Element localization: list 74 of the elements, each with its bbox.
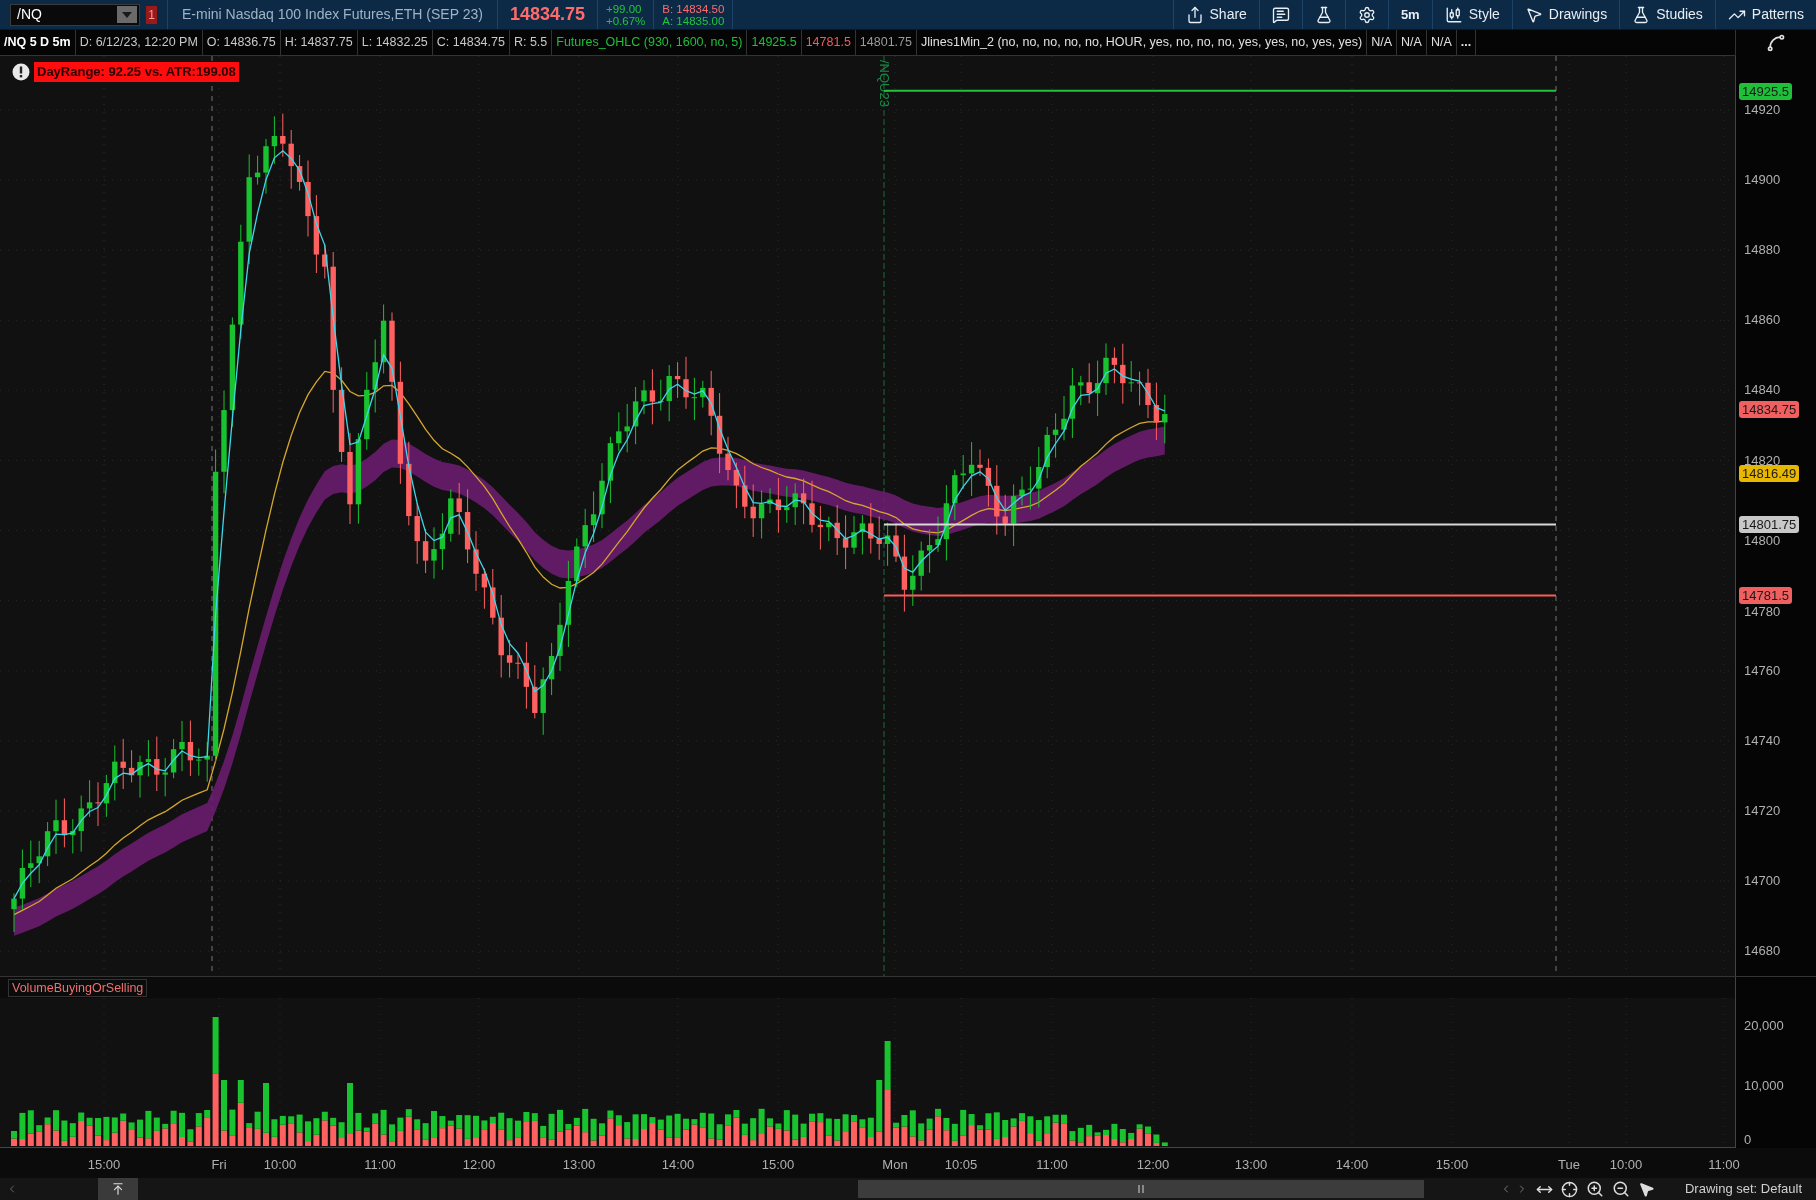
last-price: 14834.75 <box>509 3 585 26</box>
info-cell: N/A <box>1397 30 1427 55</box>
axis-label: 14900 <box>1744 173 1781 188</box>
symbol-field[interactable]: /NQ <box>10 3 140 26</box>
percent-change: +0.67% <box>605 14 646 27</box>
info-cell: 14925.5 <box>747 30 802 55</box>
price-badge: 14834.75 <box>1739 401 1800 418</box>
info-cell: 14801.75 <box>855 30 917 55</box>
axis-label: 14780 <box>1744 605 1781 619</box>
axis-label: 14680 <box>1744 944 1781 959</box>
ask-price: A: 14835.00 <box>662 14 725 27</box>
info-cell: N/A <box>1426 30 1457 55</box>
info-cell: Jlines1Min_2 (no, no, no, no, no, HOUR, yes, no, no, no, yes, yes, no, yes, yes) <box>917 30 1368 55</box>
contract-label: /NQU23 <box>877 60 893 107</box>
info-cell: O: 14836.75 <box>202 30 281 55</box>
axis-label: 14:00 <box>1335 1156 1369 1174</box>
info-cell: 14781.5 <box>801 30 856 55</box>
axis-label: 10:00 <box>263 1156 297 1174</box>
price-change: +99.00 <box>605 2 643 15</box>
axis-label: 14720 <box>1744 804 1781 818</box>
axis-label: 14740 <box>1744 733 1781 748</box>
axis-label: 13:00 <box>1234 1156 1268 1174</box>
info-cell: R: 5.5 <box>509 30 553 55</box>
axis-label: 14800 <box>1744 534 1781 548</box>
axis-label: 14920 <box>1744 103 1781 117</box>
axis-label: 13:00 <box>562 1156 596 1174</box>
axis-label: 14700 <box>1744 874 1781 889</box>
axis-label: 14820 <box>1744 453 1781 468</box>
axis-label: 10,000 <box>1744 1079 1784 1093</box>
drawings-button[interactable]: Drawings <box>1511 0 1620 29</box>
axis-label: Mon <box>882 1156 908 1174</box>
info-cell: D: 6/12/23, 12:20 PM <box>75 30 203 55</box>
bid-price: B: 14834.50 <box>662 2 725 15</box>
timeframe-button[interactable]: 5m <box>1387 0 1432 29</box>
info-cell: H: 14837.75 <box>280 30 358 55</box>
symbol-text: /NQ <box>17 5 42 24</box>
info-cell: L: 14832.25 <box>357 30 433 55</box>
axis-label: 11:00 <box>364 1156 396 1174</box>
axis-label: 14860 <box>1744 313 1781 328</box>
axis-label: 15:00 <box>1435 1156 1469 1174</box>
info-cell: C: 14834.75 <box>432 30 510 55</box>
price-badge: 14801.75 <box>1739 516 1800 533</box>
axis-label: 12:00 <box>462 1156 496 1174</box>
drawing-set-label[interactable]: Drawing set: Default <box>1684 1179 1802 1199</box>
price-badge: 14781.5 <box>1739 587 1792 604</box>
axis-label: 11:00 <box>1708 1156 1740 1174</box>
info-cell: ... <box>1456 30 1477 55</box>
axis-label: 20,000 <box>1744 1019 1784 1033</box>
info-cell: /NQ 5 D 5m <box>0 30 76 55</box>
volume-study-title: VolumeBuyingOrSelling <box>8 978 148 997</box>
axis-label: 11:00 <box>1036 1156 1068 1174</box>
info-cell: Futures_OHLC (930, 1600, no, 5) <box>552 30 748 55</box>
axis-label: 12:00 <box>1136 1156 1170 1174</box>
axis-label: 0 <box>1744 1133 1752 1147</box>
patterns-button[interactable]: Patterns <box>1714 0 1816 29</box>
price-badge: 14925.5 <box>1739 83 1792 100</box>
axis-label: Tue <box>1558 1156 1580 1174</box>
price-badge: 14816.49 <box>1739 465 1800 482</box>
axis-label: 14:00 <box>661 1156 695 1174</box>
axis-label: 14880 <box>1744 243 1781 258</box>
info-cell: N/A <box>1367 30 1398 55</box>
day-range-label: DayRange: 92.25 vs. ATR:199.08 <box>34 62 239 82</box>
studies-button[interactable]: Studies <box>1619 0 1715 29</box>
alert-count-badge[interactable]: 1 <box>146 5 157 24</box>
instrument-description: E-mini Nasdaq 100 Index Futures,ETH (SEP 23) <box>182 5 483 24</box>
axis-label: Fri <box>211 1156 227 1174</box>
axis-label: 15:00 <box>761 1156 795 1174</box>
axis-label: 14840 <box>1744 383 1781 398</box>
axis-label: 14760 <box>1744 663 1781 678</box>
axis-label: 10:00 <box>1609 1156 1643 1174</box>
style-button[interactable]: Style <box>1431 0 1512 29</box>
axis-label: 10:05 <box>944 1156 978 1174</box>
share-button[interactable]: Share <box>1172 0 1259 29</box>
axis-label: 15:00 <box>87 1156 121 1174</box>
